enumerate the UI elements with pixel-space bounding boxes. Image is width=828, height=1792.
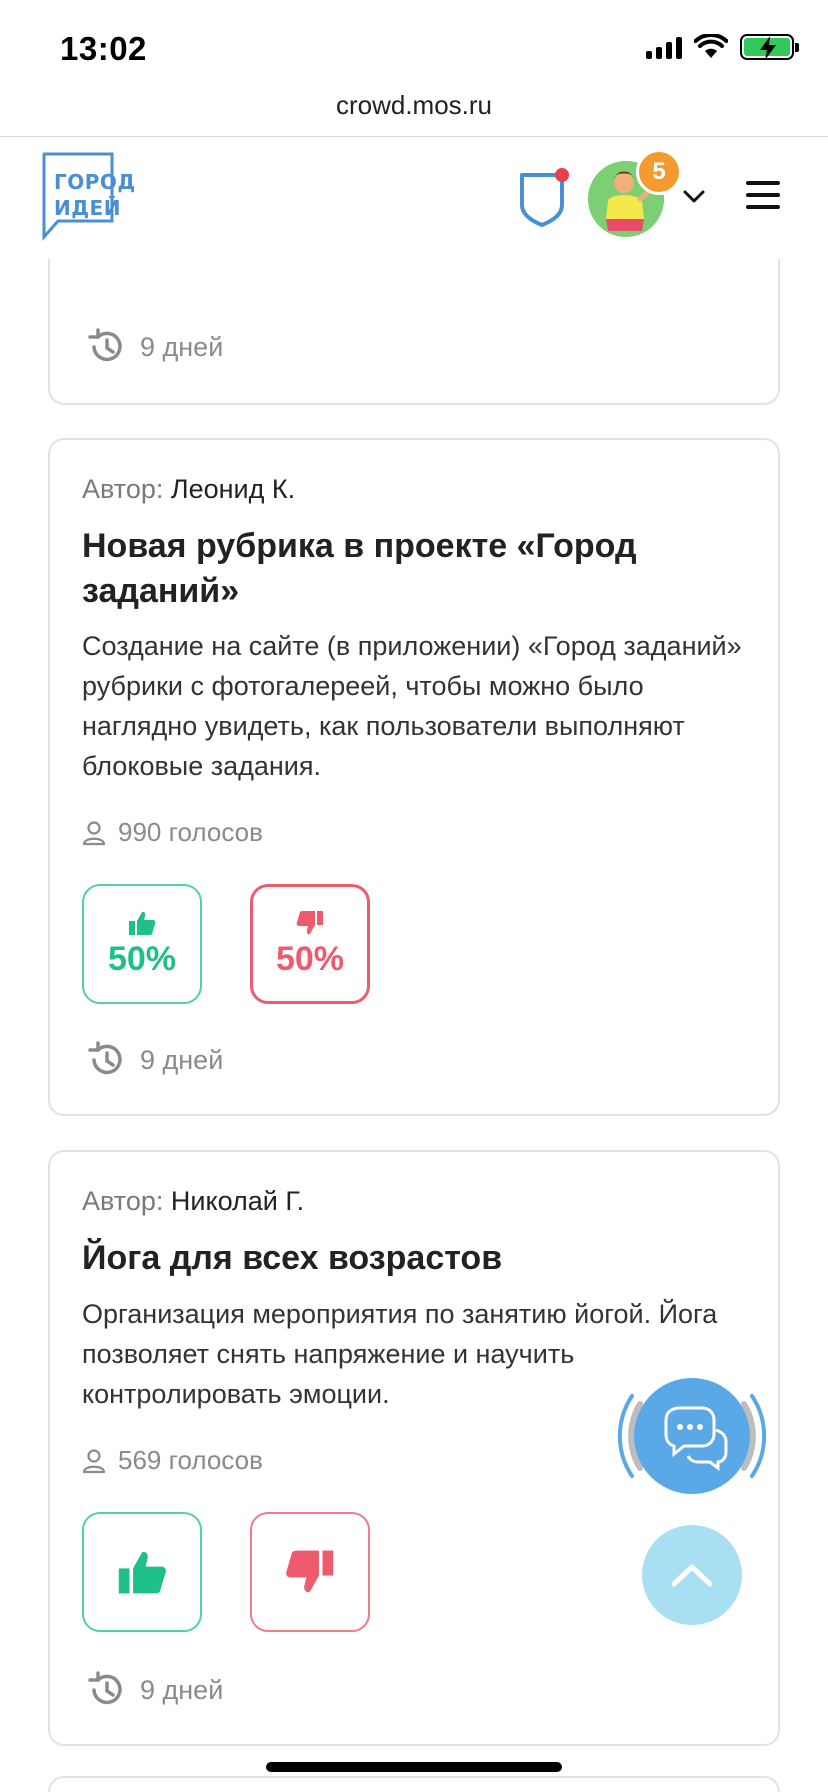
thumbs-down-icon	[286, 1550, 334, 1593]
author-label: Автор:	[82, 474, 164, 504]
status-bar: 13:02	[0, 0, 828, 96]
like-percent: 50%	[107, 939, 177, 978]
chevron-up-icon	[671, 1564, 713, 1587]
thumbs-down-icon	[296, 910, 323, 934]
logo[interactable]: ГОРОД ИДЕЙ	[40, 151, 135, 243]
time-label: 9 дней	[140, 1674, 224, 1705]
thumbs-up-icon	[118, 1551, 166, 1594]
idea-card	[48, 1776, 780, 1792]
author-name: Леонид К.	[170, 474, 296, 504]
hamburger-menu-button[interactable]	[746, 181, 782, 211]
dislike-button[interactable]: 50%	[250, 884, 370, 1004]
shield-icon	[520, 168, 569, 227]
history-clock-icon	[88, 1671, 122, 1705]
chat-fab-button[interactable]	[604, 1348, 780, 1524]
time-label: 9 дней	[140, 331, 224, 362]
user-icon	[82, 820, 106, 845]
notification-badge: 5	[636, 149, 682, 195]
home-indicator	[266, 1762, 562, 1772]
card-time: 9 дней	[86, 1040, 223, 1080]
dislike-percent: 50%	[275, 939, 345, 978]
signal-icon	[646, 35, 682, 59]
votes-label: 569 голосов	[118, 1445, 263, 1475]
idea-card: Автор: Леонид К. Новая рубрика в проекте…	[48, 438, 780, 1116]
history-clock-icon	[88, 1041, 122, 1075]
logo-text: ГОРОД ИДЕЙ	[54, 170, 136, 220]
url-bar[interactable]: crowd.mos.ru	[0, 90, 828, 136]
idea-title[interactable]: Новая рубрика в проекте «Город заданий»	[82, 524, 742, 614]
idea-title[interactable]: Йога для всех возрастов	[82, 1236, 742, 1281]
achievements-shield-button[interactable]	[518, 167, 570, 227]
author-name: Николай Г.	[170, 1186, 305, 1216]
card-time: 9 дней	[86, 327, 223, 367]
battery-charging-icon	[740, 34, 799, 60]
author: Автор: Николай Г.	[82, 1186, 304, 1217]
idea-description: Создание на сайте (в приложении) «Город …	[82, 631, 742, 781]
time-label: 9 дней	[140, 1044, 224, 1075]
status-time: 13:02	[60, 30, 147, 67]
chevron-down-icon[interactable]	[680, 185, 708, 209]
dislike-button[interactable]	[250, 1512, 370, 1632]
history-clock-icon	[88, 328, 122, 362]
like-button[interactable]: 50%	[82, 884, 202, 1004]
site-header: ГОРОД ИДЕЙ 5	[0, 137, 828, 259]
chat-bubbles-icon	[617, 1378, 767, 1494]
like-button[interactable]	[82, 1512, 202, 1632]
thumbs-up-icon	[129, 911, 156, 935]
votes-label: 990 голосов	[118, 817, 263, 847]
scroll-to-top-button[interactable]	[642, 1525, 742, 1625]
author-label: Автор:	[82, 1186, 164, 1216]
card-time: 9 дней	[86, 1670, 223, 1710]
status-icons	[646, 34, 799, 60]
author: Автор: Леонид К.	[82, 474, 295, 505]
votes-count: 569 голосов	[82, 1445, 263, 1476]
wifi-icon	[694, 34, 728, 58]
votes-count: 990 голосов	[82, 817, 263, 848]
user-icon	[82, 1448, 106, 1473]
